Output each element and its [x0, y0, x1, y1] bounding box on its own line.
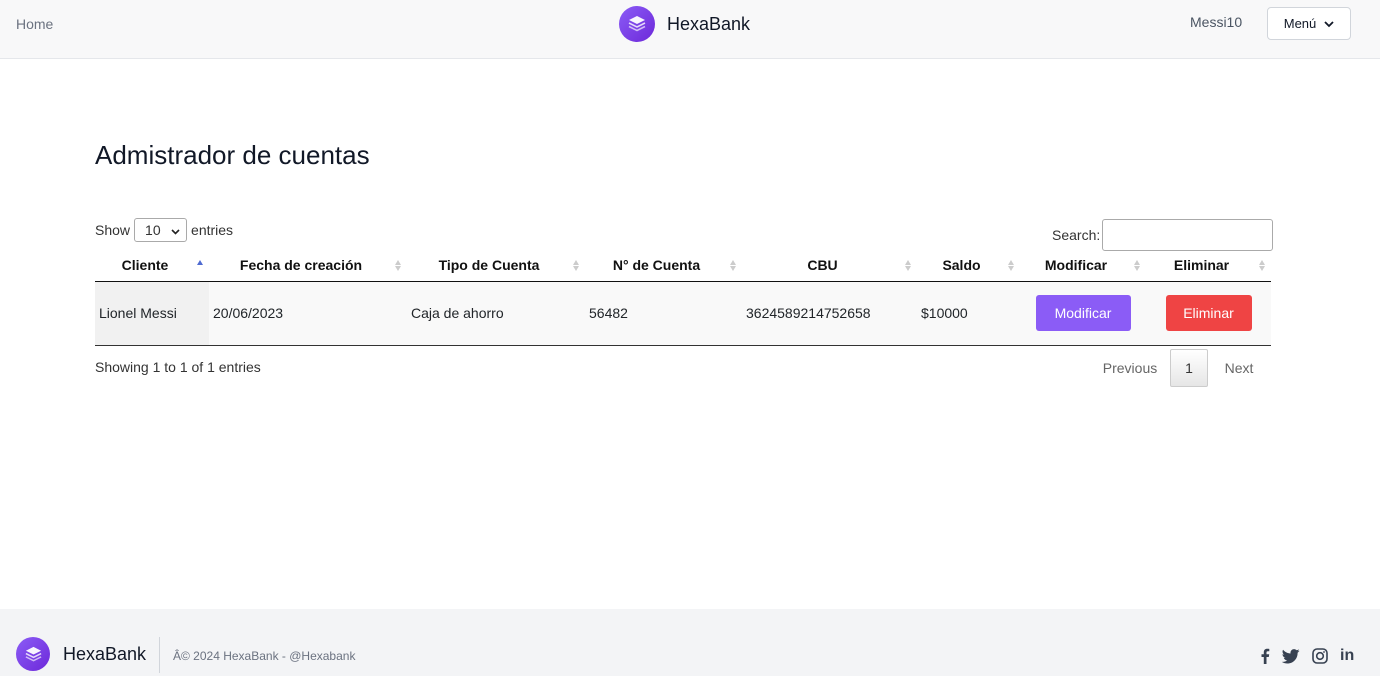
- search-label: Search:: [1052, 227, 1101, 243]
- menu-label: Menú: [1283, 16, 1317, 31]
- brand-name: HexaBank: [667, 13, 751, 34]
- menu-dropdown-button[interactable]: Menú: [1267, 7, 1351, 40]
- sort-icon: [573, 260, 579, 271]
- column-header-numero[interactable]: N° de Cuenta: [585, 250, 742, 282]
- linkedin-icon[interactable]: in: [1340, 647, 1354, 665]
- accounts-table: Cliente Fecha de creación Tipo de Cuenta…: [95, 250, 1271, 346]
- column-header-eliminar[interactable]: Eliminar: [1146, 250, 1271, 282]
- table-info: Showing 1 to 1 of 1 entries: [95, 359, 261, 375]
- table-header-row: Cliente Fecha de creación Tipo de Cuenta…: [95, 250, 1271, 282]
- twitter-icon[interactable]: [1282, 648, 1300, 664]
- footer-divider: [159, 637, 160, 673]
- instagram-icon[interactable]: [1312, 648, 1328, 664]
- cell-cbu: 3624589214752658: [742, 281, 917, 346]
- entries-length-control: Show 10 entries: [95, 218, 233, 242]
- sort-asc-icon: [197, 260, 203, 271]
- sort-icon: [1134, 260, 1140, 271]
- facebook-icon[interactable]: [1260, 648, 1270, 664]
- pagination-page-1[interactable]: 1: [1170, 349, 1208, 387]
- modify-button[interactable]: Modificar: [1035, 295, 1131, 331]
- entries-label: entries: [191, 222, 234, 238]
- column-header-saldo[interactable]: Saldo: [917, 250, 1020, 282]
- delete-button[interactable]: Eliminar: [1165, 295, 1252, 331]
- hexabank-logo-icon: [619, 6, 655, 42]
- footer-copyright: Â© 2024 HexaBank - @Hexabank: [173, 649, 356, 663]
- user-name: Messi10: [1190, 14, 1243, 30]
- social-links: in: [1248, 647, 1354, 665]
- pagination-next[interactable]: Next: [1208, 349, 1270, 387]
- pagination: Previous 1 Next: [1090, 349, 1270, 387]
- cell-eliminar: Eliminar: [1146, 281, 1271, 346]
- search-input[interactable]: [1102, 219, 1274, 251]
- navbar: Home HexaBank Messi10 Menú: [0, 0, 1380, 59]
- show-label: Show: [95, 222, 131, 238]
- footer: HexaBank Â© 2024 HexaBank - @Hexabank in: [0, 609, 1380, 676]
- table-row: Lionel Messi 20/06/2023 Caja de ahorro 5…: [95, 281, 1271, 346]
- nav-home-link[interactable]: Home: [16, 16, 53, 32]
- column-header-tipo[interactable]: Tipo de Cuenta: [407, 250, 585, 282]
- sort-icon: [905, 260, 911, 271]
- entries-select[interactable]: 10: [134, 218, 188, 242]
- pagination-previous[interactable]: Previous: [1090, 349, 1170, 387]
- footer-brand[interactable]: HexaBank: [16, 637, 146, 671]
- chevron-down-icon: [171, 222, 180, 238]
- cell-fecha: 20/06/2023: [209, 281, 407, 346]
- sort-icon: [730, 260, 736, 271]
- cell-cliente: Lionel Messi: [95, 281, 209, 346]
- sort-icon: [1008, 260, 1014, 271]
- footer-brand-name: HexaBank: [63, 643, 147, 664]
- entries-select-value: 10: [145, 222, 161, 238]
- column-header-cliente[interactable]: Cliente: [95, 250, 209, 282]
- brand[interactable]: HexaBank: [619, 6, 750, 42]
- cell-numero: 56482: [585, 281, 742, 346]
- column-header-cbu[interactable]: CBU: [742, 250, 917, 282]
- search-control: Search:: [1052, 219, 1274, 251]
- column-header-fecha[interactable]: Fecha de creación: [209, 250, 407, 282]
- sort-icon: [395, 260, 401, 271]
- column-header-modificar[interactable]: Modificar: [1020, 250, 1146, 282]
- cell-saldo: $10000: [917, 281, 1020, 346]
- chevron-down-icon: [1324, 16, 1334, 31]
- page-title: Admistrador de cuentas: [95, 140, 370, 170]
- sort-icon: [1259, 260, 1265, 271]
- hexabank-logo-icon: [16, 637, 50, 671]
- cell-modificar: Modificar: [1020, 281, 1146, 346]
- cell-tipo: Caja de ahorro: [407, 281, 585, 346]
